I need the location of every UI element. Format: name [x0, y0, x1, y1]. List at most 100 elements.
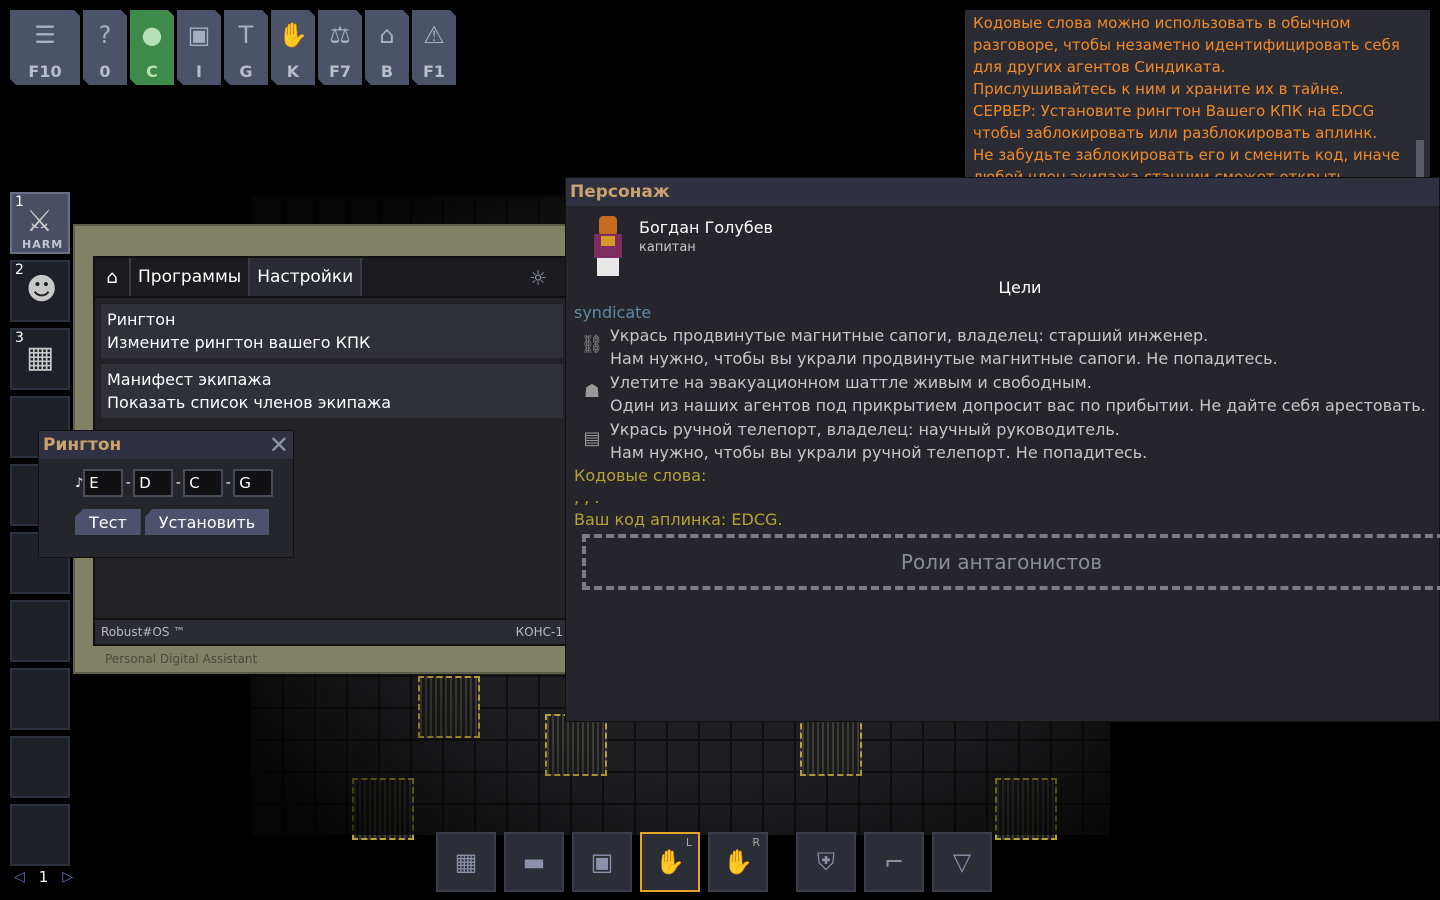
character-titlebar[interactable]: Персонаж [566, 178, 1439, 206]
goals-title: Цели [998, 278, 1042, 297]
hotbar-prev-icon[interactable]: ◁ [14, 869, 25, 885]
character-header: Богдан Голубев капитан [586, 216, 773, 278]
pda-setting-title: Рингтон [107, 310, 176, 329]
sandbox-icon: ⌂ [379, 21, 395, 49]
menu-key-label: K [286, 62, 300, 81]
hotbar-slot[interactable] [10, 600, 70, 662]
backpack-icon: ▣ [590, 848, 614, 876]
ahelp-button[interactable]: ⚠ F1 [412, 10, 456, 85]
backpack-icon: ▣ [187, 21, 211, 49]
belt-slot[interactable]: ▬ [504, 832, 564, 892]
pda-setting-item[interactable]: Манифест экипажа Показать список членов э… [101, 364, 563, 418]
warning-icon: ⚠ [423, 21, 445, 49]
chat-scrollbar[interactable] [1416, 140, 1424, 178]
brightness-icon[interactable]: ☼ [529, 266, 547, 290]
armor-icon: ⛨ [817, 848, 835, 876]
guidebook-button[interactable]: ? 0 [83, 10, 127, 85]
set-ringtone-button[interactable]: Установить [144, 509, 270, 535]
ringtone-note-input[interactable] [183, 469, 224, 497]
pda-icon: ▦ [454, 848, 478, 876]
hotbar-next-icon[interactable]: ▷ [62, 869, 73, 885]
crafting-button[interactable]: TG [224, 10, 268, 85]
hand-icon: ✋ [655, 848, 685, 876]
left-hand-slot[interactable]: ✋ L [640, 832, 700, 892]
pda-tab-bar: ⌂ Программы Настройки [95, 258, 569, 298]
id-slot[interactable]: ▦ [436, 832, 496, 892]
person-icon: ● [141, 21, 163, 49]
tab-settings[interactable]: Настройки [250, 258, 363, 296]
inner-clothing-slot[interactable]: ▽ [932, 832, 992, 892]
pda-os-label: Robust#OS ™ [101, 625, 186, 639]
ringtone-note-input[interactable] [233, 469, 274, 497]
ringtone-buttons: Тест Установить [75, 509, 270, 535]
character-job: капитан [639, 240, 696, 255]
pda-setting-description: Измените рингтон вашего КПК [107, 333, 371, 352]
tab-programs[interactable]: Программы [131, 258, 251, 296]
hammer-icon: T [238, 21, 254, 49]
combat-mode-label: HARM [22, 238, 64, 251]
top-menu-bar: ☰ F10? 0 ● C ▣ I T G ✋ K ⚖ F7 ⌂ B ⚠ F1 [10, 10, 459, 85]
escape-menu-button[interactable]: ☰ F10 [10, 10, 80, 85]
suit-storage-slot[interactable]: ⌐ [864, 832, 924, 892]
shirt-icon: ▽ [952, 848, 972, 876]
hotbar-slot[interactable]: 3 ▦ [10, 328, 70, 390]
objective-title: Укрась продвинутые магнитные сапоги, вла… [610, 326, 1209, 345]
character-name: Богдан Голубев [639, 218, 773, 237]
character-sprite [586, 216, 630, 278]
menu-key-label: C [146, 62, 158, 81]
chat-box[interactable]: Кодовые слова можно использовать в обычн… [965, 10, 1430, 178]
hand-icon: ✋ [723, 848, 753, 876]
ringtone-titlebar[interactable]: Рингтон ✕ [39, 431, 293, 459]
note-separator: - [225, 475, 231, 491]
hotbar-slot-number: 3 [15, 330, 24, 346]
note-separator: - [175, 475, 181, 491]
chat-log: Кодовые слова можно использовать в обычн… [973, 12, 1406, 178]
objective-description: Один из наших агентов под прикрытием доп… [610, 396, 1426, 415]
hotbar-pager: ◁ 1 ▷ [14, 868, 73, 886]
character-title: Персонаж [570, 182, 670, 202]
objective-item: ⛓ Укрась продвинутые магнитные сапоги, вл… [574, 324, 1434, 370]
right-hand-slot[interactable]: ✋ R [708, 832, 768, 892]
ringtone-note-input[interactable] [83, 469, 124, 497]
hotbar-slot[interactable] [10, 736, 70, 798]
objective-description: Нам нужно, чтобы вы украли ручной телепо… [610, 443, 1148, 462]
pda-setting-title: Манифест экипажа [107, 370, 272, 389]
character-button[interactable]: ● C [130, 10, 174, 85]
hotbar-slot[interactable] [10, 804, 70, 866]
objective-title: Улетите на эвакуационном шаттле живым и … [610, 373, 1092, 392]
pda-setting-item[interactable]: Рингтон Измените рингтон вашего КПК [101, 304, 563, 358]
menu-key-label: F10 [28, 62, 62, 81]
pda-caption: Personal Digital Assistant [105, 652, 258, 666]
pda-console-label: КОНС-1 [515, 625, 563, 639]
chat-line: Прислушивайтесь к ним и храните их в тай… [973, 80, 1344, 98]
hand-label: L [685, 836, 692, 849]
pda-settings-list: Рингтон Измените рингтон вашего КПК Манифе… [95, 304, 569, 418]
test-ringtone-button[interactable]: Тест [75, 509, 141, 535]
inventory-button[interactable]: ▣ I [177, 10, 221, 85]
menu-key-label: 0 [99, 62, 111, 81]
objective-title: Укрась ручной телепорт, владелец: научны… [610, 420, 1120, 439]
hotbar-slot[interactable]: 2 ☻ [10, 260, 70, 322]
admin-button[interactable]: ⚖ F7 [318, 10, 362, 85]
pda-icon: ▦ [26, 340, 55, 375]
codewords-label: Кодовые слова: [574, 466, 707, 485]
sandbox-button[interactable]: ⌂ B [365, 10, 409, 85]
actions-button[interactable]: ✋ K [271, 10, 315, 85]
head-icon: ☻ [26, 272, 58, 307]
hand-icon: ✋ [278, 21, 308, 49]
magboots-icon: ⛓ [580, 334, 604, 355]
hotbar-slot-number: 1 [15, 194, 24, 210]
close-icon[interactable]: ✕ [269, 433, 289, 457]
belt-icon: ▬ [522, 848, 546, 876]
hotbar-slot[interactable]: 1 ⚔ HARM [10, 192, 70, 254]
pda-setting-description: Показать список членов экипажа [107, 393, 392, 412]
music-note-icon: ♪ [75, 475, 84, 491]
back-slot[interactable]: ▣ [572, 832, 632, 892]
menu-key-label: G [239, 62, 253, 81]
antag-roles-button[interactable]: Роли антагонистов [582, 534, 1440, 590]
ringtone-note-input[interactable] [133, 469, 174, 497]
ringtone-title: Рингтон [43, 435, 122, 455]
hotbar-slot[interactable] [10, 668, 70, 730]
pda-home-tab[interactable]: ⌂ [95, 258, 131, 296]
outer-clothing-slot[interactable]: ⛨ [796, 832, 856, 892]
